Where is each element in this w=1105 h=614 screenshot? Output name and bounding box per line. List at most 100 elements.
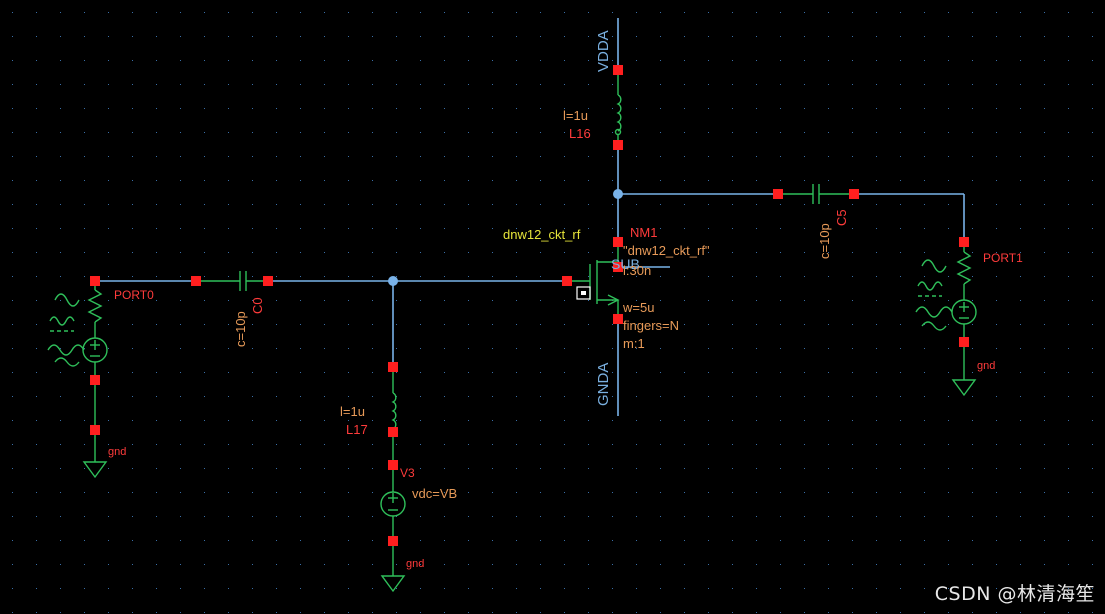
grid-dot xyxy=(540,540,541,541)
grid-dot xyxy=(732,84,733,85)
grid-dot xyxy=(828,132,829,133)
grid-dot xyxy=(204,492,205,493)
grid-dot xyxy=(132,516,133,517)
grid-dot xyxy=(1020,228,1021,229)
grid-dot xyxy=(252,468,253,469)
grid-dot xyxy=(924,420,925,421)
grid-dot xyxy=(36,228,37,229)
grid-dot xyxy=(972,252,973,253)
grid-dot xyxy=(972,60,973,61)
grid-dot xyxy=(300,84,301,85)
grid-dot xyxy=(84,612,85,613)
grid-dot xyxy=(492,228,493,229)
grid-dot xyxy=(516,564,517,565)
grid-dot xyxy=(756,540,757,541)
grid-dot xyxy=(804,444,805,445)
grid-dot xyxy=(1044,396,1045,397)
grid-dot xyxy=(588,396,589,397)
grid-dot xyxy=(684,420,685,421)
port0-ground-label: gnd xyxy=(108,446,126,458)
grid-dot xyxy=(156,564,157,565)
grid-dot xyxy=(588,468,589,469)
grid-dot xyxy=(108,588,109,589)
grid-dot xyxy=(636,372,637,373)
grid-dot xyxy=(972,468,973,469)
grid-dot xyxy=(756,12,757,13)
grid-dot xyxy=(612,228,613,229)
grid-dot xyxy=(852,588,853,589)
grid-dot xyxy=(300,132,301,133)
grid-dot xyxy=(660,516,661,517)
grid-dot xyxy=(300,156,301,157)
grid-dot xyxy=(1044,228,1045,229)
grid-dot xyxy=(492,396,493,397)
grid-dot xyxy=(468,228,469,229)
grid-dot xyxy=(372,564,373,565)
grid-dot xyxy=(36,612,37,613)
grid-dot xyxy=(348,108,349,109)
schematic-canvas[interactable]: VDDA GNDA l=1u L16 l=1u L17 c=10p C0 c=1… xyxy=(0,0,1105,614)
grid-dot xyxy=(420,300,421,301)
grid-dot xyxy=(396,324,397,325)
grid-dot xyxy=(84,132,85,133)
grid-dot xyxy=(276,420,277,421)
grid-dot xyxy=(636,492,637,493)
vsource-ground-label: gnd xyxy=(406,558,424,570)
grid-dot xyxy=(300,540,301,541)
grid-dot xyxy=(924,612,925,613)
port1-name: PORT1 xyxy=(983,251,1023,265)
grid-dot xyxy=(36,180,37,181)
grid-dot xyxy=(972,180,973,181)
inductor-l17-value: l=1u xyxy=(340,404,365,419)
grid-dot xyxy=(36,36,37,37)
grid-dot xyxy=(852,156,853,157)
grid-dot xyxy=(876,348,877,349)
grid-dot xyxy=(204,348,205,349)
grid-dot xyxy=(900,516,901,517)
grid-dot xyxy=(996,324,997,325)
grid-dot xyxy=(684,60,685,61)
pin xyxy=(263,276,273,286)
grid-dot xyxy=(636,588,637,589)
grid-dot xyxy=(876,588,877,589)
grid-dot xyxy=(84,396,85,397)
grid-dot xyxy=(60,156,61,157)
grid-dot xyxy=(468,132,469,133)
grid-dot xyxy=(708,324,709,325)
grid-dot xyxy=(612,156,613,157)
grid-dot xyxy=(564,132,565,133)
grid-dot xyxy=(12,540,13,541)
grid-dot xyxy=(876,372,877,373)
grid-dot xyxy=(1020,468,1021,469)
grid-dot xyxy=(780,84,781,85)
grid-dot xyxy=(612,204,613,205)
grid-dot xyxy=(924,36,925,37)
grid-dot xyxy=(516,60,517,61)
grid-dot xyxy=(564,588,565,589)
grid-dot xyxy=(468,324,469,325)
grid-dot xyxy=(300,36,301,37)
grid-dot xyxy=(756,204,757,205)
grid-dot xyxy=(60,228,61,229)
grid-dot xyxy=(612,12,613,13)
grid-dot xyxy=(900,612,901,613)
grid-dot xyxy=(12,132,13,133)
net-label-gnda: GNDA xyxy=(595,363,612,406)
grid-dot xyxy=(252,612,253,613)
grid-dot xyxy=(540,588,541,589)
grid-dot xyxy=(252,36,253,37)
grid-dot xyxy=(1092,132,1093,133)
grid-dot xyxy=(732,348,733,349)
grid-dot xyxy=(1068,204,1069,205)
grid-dot xyxy=(612,252,613,253)
grid-dot xyxy=(612,108,613,109)
grid-dot xyxy=(516,348,517,349)
grid-dot xyxy=(1020,132,1021,133)
grid-dot xyxy=(588,516,589,517)
grid-dot xyxy=(636,12,637,13)
grid-dot xyxy=(516,204,517,205)
grid-dot xyxy=(756,276,757,277)
grid-dot xyxy=(948,420,949,421)
grid-dot xyxy=(60,588,61,589)
pin xyxy=(388,362,398,372)
